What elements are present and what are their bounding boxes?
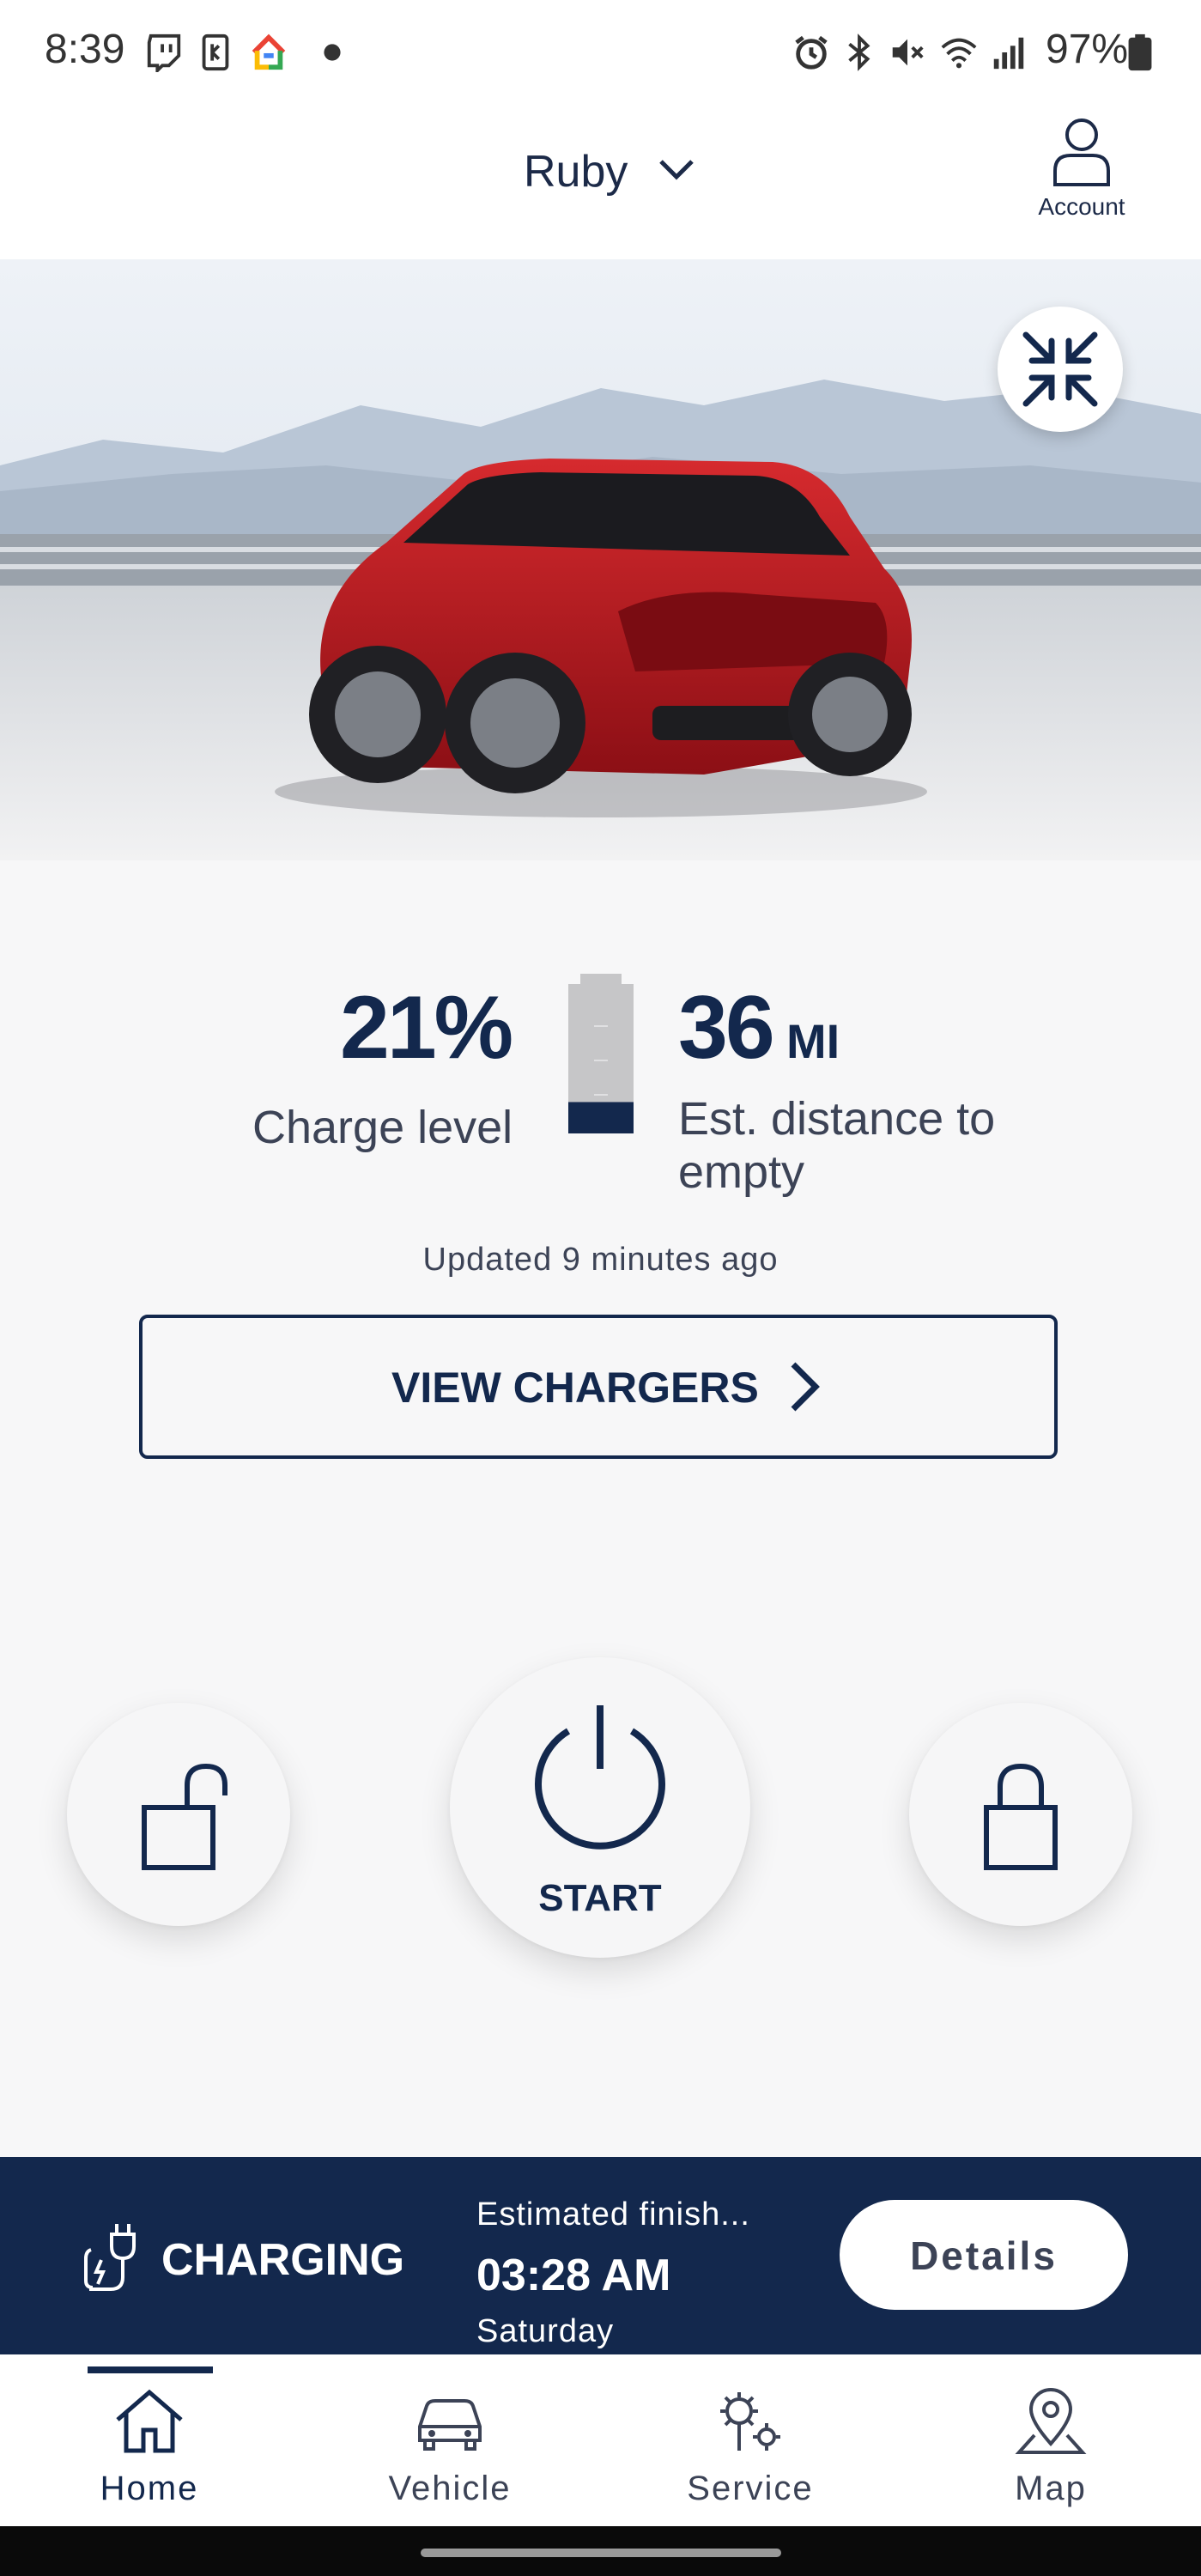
nav-label-map: Map bbox=[1015, 2470, 1087, 2507]
unlock-icon bbox=[142, 1763, 227, 1870]
wifi-icon bbox=[941, 38, 977, 69]
mute-icon bbox=[892, 39, 924, 66]
account-button[interactable]: Account bbox=[1030, 116, 1133, 228]
distance-unit: MI bbox=[786, 1014, 840, 1068]
battery-level-icon bbox=[568, 974, 634, 1133]
map-pin-icon bbox=[1015, 2388, 1087, 2454]
estimated-finish-day: Saturday bbox=[476, 2313, 615, 2349]
person-icon bbox=[1053, 118, 1110, 186]
google-home-icon bbox=[252, 33, 286, 70]
distance-value: 36 bbox=[678, 978, 775, 1078]
details-label: Details bbox=[910, 2233, 1058, 2278]
bottom-navigation: Home Vehicle Service Map bbox=[0, 2354, 1201, 2526]
vehicle-selector-label[interactable]: Ruby bbox=[524, 146, 628, 197]
charge-level-label: Charge level bbox=[252, 1102, 513, 1153]
nav-item-vehicle[interactable]: Vehicle bbox=[330, 2354, 570, 2526]
distance-label: Est. distance to empty bbox=[678, 1093, 996, 1198]
start-label: START bbox=[538, 1877, 662, 1919]
charging-plug-icon bbox=[84, 2224, 136, 2291]
nav-label-home: Home bbox=[100, 2470, 199, 2507]
bluetooth-icon bbox=[848, 33, 870, 71]
battery-icon bbox=[1128, 33, 1152, 71]
chevron-down-icon[interactable] bbox=[656, 156, 697, 184]
service-icon bbox=[720, 2392, 780, 2451]
twitch-icon bbox=[147, 33, 181, 72]
battery-fill bbox=[568, 1102, 634, 1133]
unlock-button[interactable] bbox=[67, 1703, 290, 1926]
collapse-view-button[interactable] bbox=[998, 307, 1123, 432]
status-time: 8:39 bbox=[45, 27, 125, 72]
nav-label-service: Service bbox=[687, 2470, 814, 2507]
lock-button[interactable] bbox=[909, 1703, 1132, 1926]
collapse-icon bbox=[1022, 331, 1098, 407]
dot-icon bbox=[324, 44, 341, 61]
notification-icon bbox=[202, 33, 229, 71]
nav-label-vehicle: Vehicle bbox=[388, 2470, 512, 2507]
nav-active-indicator bbox=[88, 2366, 213, 2373]
lock-icon bbox=[984, 1763, 1058, 1870]
charging-title: CHARGING bbox=[161, 2235, 405, 2285]
signal-icon bbox=[993, 37, 1024, 70]
gesture-home-handle[interactable] bbox=[421, 2549, 781, 2557]
car-icon bbox=[418, 2399, 482, 2451]
status-battery-percent: 97% bbox=[1046, 27, 1129, 72]
chevron-right-icon bbox=[791, 1362, 820, 1412]
nav-item-service[interactable]: Service bbox=[630, 2354, 870, 2526]
charge-level-value: 21% bbox=[340, 978, 513, 1078]
charging-details-button[interactable]: Details bbox=[840, 2200, 1128, 2310]
view-chargers-label: VIEW CHARGERS bbox=[391, 1364, 759, 1412]
remote-start-button[interactable]: START bbox=[450, 1657, 750, 1958]
nav-item-home[interactable]: Home bbox=[29, 2354, 270, 2526]
account-label: Account bbox=[1038, 193, 1125, 220]
estimated-finish-label: Estimated finish... bbox=[476, 2196, 750, 2233]
estimated-finish-time: 03:28 AM bbox=[476, 2251, 671, 2300]
view-chargers-button[interactable]: VIEW CHARGERS bbox=[139, 1315, 1058, 1459]
alarm-icon bbox=[795, 35, 828, 70]
nav-item-map[interactable]: Map bbox=[931, 2354, 1171, 2526]
home-icon bbox=[116, 2389, 183, 2453]
updated-timestamp: Updated 9 minutes ago bbox=[422, 1242, 779, 1278]
